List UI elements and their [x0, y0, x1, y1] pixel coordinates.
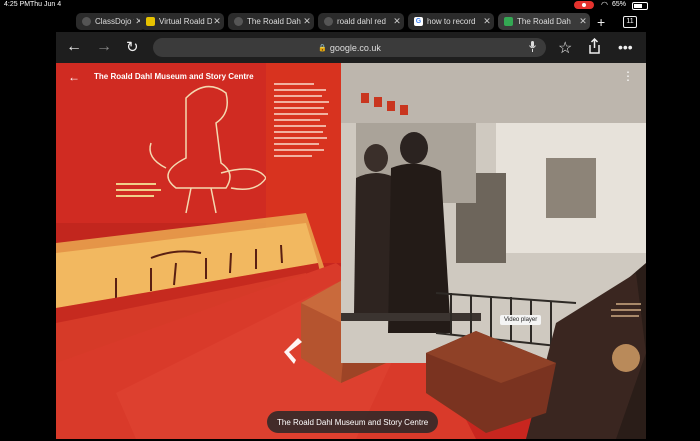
forward-arrow-icon[interactable]: →	[96, 38, 112, 56]
microphone-icon[interactable]	[529, 41, 536, 55]
share-icon[interactable]	[588, 37, 601, 59]
bookmark-star-icon[interactable]: ☆	[558, 38, 572, 58]
tab-label: ClassDojo fo	[95, 17, 134, 26]
status-date: Thu Jun 4	[30, 1, 62, 8]
tab-5[interactable]: G how to record ✕	[408, 13, 494, 30]
viewer-header: ← The Roald Dahl Museum and Story Centre…	[56, 63, 646, 91]
reload-icon[interactable]: ↻	[126, 38, 139, 56]
close-icon[interactable]: ✕	[578, 16, 588, 27]
globe-icon	[234, 17, 243, 26]
new-tab-button[interactable]: +	[597, 14, 605, 30]
more-options-icon[interactable]: ⋮	[622, 69, 634, 83]
wifi-icon: ◠	[601, 0, 608, 9]
close-icon[interactable]: ✕	[392, 16, 402, 27]
museum-interior-scene	[56, 63, 646, 439]
tab-label: roald dahl red	[337, 17, 386, 26]
tab-strip: ClassDojo fo ✕ Virtual Roald D ✕ The Roa…	[56, 11, 646, 32]
status-time: 4:25 PM	[4, 1, 31, 8]
screen-recording-icon	[574, 1, 594, 9]
tab-label: how to record	[427, 17, 476, 26]
tab-3[interactable]: The Roald Dah ✕	[228, 13, 314, 30]
video-player-tooltip: Video player	[500, 315, 542, 325]
browser-toolbar: ← → ↻ 🔒 google.co.uk ☆ •••	[56, 32, 646, 63]
navigate-chevron-icon[interactable]	[280, 336, 312, 366]
back-arrow-icon[interactable]: ←	[68, 70, 80, 84]
globe-icon	[324, 17, 333, 26]
tab-2[interactable]: Virtual Roald D ✕	[140, 13, 224, 30]
address-bar-url: google.co.uk	[329, 42, 381, 53]
tab-count-button[interactable]: 11	[623, 16, 637, 28]
tab-label: Virtual Roald D	[159, 17, 212, 26]
viewer-title: The Roald Dahl Museum and Story Centre	[94, 72, 254, 81]
close-icon[interactable]: ✕	[482, 16, 492, 27]
close-icon[interactable]: ✕	[212, 16, 222, 27]
battery-percentage: 65%	[612, 1, 627, 8]
tab-6-active[interactable]: The Roald Dah ✕	[498, 13, 590, 30]
status-bar: 4:25 PM Thu Jun 4 ◠ 65%	[0, 0, 700, 11]
place-name-label: The Roald Dahl Museum and Story Centre	[277, 417, 429, 427]
google-icon: G	[414, 17, 423, 26]
tab-label: The Roald Dah	[517, 17, 571, 26]
address-bar[interactable]: 🔒 google.co.uk	[153, 38, 546, 57]
more-menu-icon[interactable]: •••	[618, 39, 633, 55]
place-name-chip[interactable]: The Roald Dahl Museum and Story Centre	[267, 411, 439, 433]
lock-icon: 🔒	[318, 44, 327, 52]
tab-4[interactable]: roald dahl red ✕	[318, 13, 404, 30]
maps-icon	[504, 17, 513, 26]
tab-1[interactable]: ClassDojo fo ✕	[76, 13, 146, 30]
page-icon	[146, 17, 155, 26]
close-icon[interactable]: ✕	[302, 16, 312, 27]
street-view-panorama[interactable]: ← The Roald Dahl Museum and Story Centre…	[56, 63, 646, 439]
back-arrow-icon[interactable]: ←	[66, 38, 82, 56]
globe-icon	[82, 17, 91, 26]
battery-icon	[632, 2, 648, 10]
tab-label: The Roald Dah	[247, 17, 301, 26]
